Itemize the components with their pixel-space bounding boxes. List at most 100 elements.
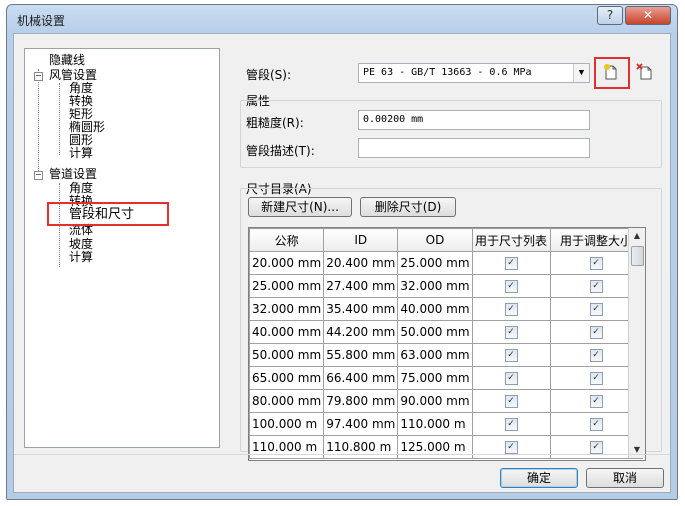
id-cell[interactable]: 55.800 mm xyxy=(323,343,399,367)
segment-description-input[interactable] xyxy=(358,138,590,158)
roughness-input[interactable]: 0.00200 mm xyxy=(358,110,590,130)
id-cell[interactable]: 66.400 mm xyxy=(323,366,399,390)
chevron-down-icon[interactable]: ▼ xyxy=(573,64,589,82)
table-row[interactable]: 50.000 mm 55.800 mm 63.000 mm ✓ ✓ xyxy=(249,343,643,367)
col-header-id[interactable]: ID xyxy=(323,228,399,252)
used-in-size-list-cell: ✓ xyxy=(471,435,551,459)
table-row[interactable]: 20.000 mm 20.400 mm 25.000 mm ✓ ✓ xyxy=(249,251,643,275)
used-in-size-list-checkbox[interactable]: ✓ xyxy=(504,280,518,293)
od-cell[interactable]: 125.000 m xyxy=(397,435,473,459)
delete-size-button[interactable]: 删除尺寸(D) xyxy=(360,197,456,217)
collapse-icon[interactable]: − xyxy=(34,72,43,81)
used-in-size-list-checkbox[interactable]: ✓ xyxy=(504,257,518,270)
used-in-size-list-checkbox[interactable]: ✓ xyxy=(504,349,518,362)
cancel-button[interactable]: 取消 xyxy=(586,468,664,488)
scroll-up-icon[interactable]: ▲ xyxy=(629,228,645,244)
id-cell[interactable]: 35.400 mm xyxy=(323,297,399,321)
size-table-grid: 公称 ID OD 用于尺寸列表 用于调整大小 20.000 mm 20.400 m… xyxy=(249,228,643,459)
od-cell[interactable]: 25.000 mm xyxy=(397,251,473,275)
od-cell[interactable]: 75.000 mm xyxy=(397,366,473,390)
nominal-cell[interactable]: 100.000 m xyxy=(249,412,325,436)
ok-button[interactable]: 确定 xyxy=(500,468,578,488)
used-in-sizing-checkbox[interactable]: ✓ xyxy=(589,372,603,385)
id-cell[interactable]: 79.800 mm xyxy=(323,389,399,413)
col-header-od[interactable]: OD xyxy=(397,228,473,252)
nominal-cell[interactable]: 25.000 mm xyxy=(249,274,325,298)
used-in-size-list-cell: ✓ xyxy=(471,251,551,275)
table-row[interactable]: 80.000 mm 79.800 mm 90.000 mm ✓ ✓ xyxy=(249,389,643,413)
tree-item-pipe-settings[interactable]: 管道设置 xyxy=(49,168,97,181)
table-row[interactable]: 40.000 mm 44.200 mm 50.000 mm ✓ ✓ xyxy=(249,320,643,344)
help-button[interactable]: ? xyxy=(597,6,623,25)
used-in-size-list-cell: ✓ xyxy=(471,343,551,367)
col-header-used-in-size-list[interactable]: 用于尺寸列表 xyxy=(471,228,551,252)
od-cell[interactable]: 63.000 mm xyxy=(397,343,473,367)
used-in-sizing-checkbox[interactable]: ✓ xyxy=(589,326,603,339)
title-bar[interactable]: 机械设置 ? ✕ xyxy=(7,5,677,33)
size-table[interactable]: 公称 ID OD 用于尺寸列表 用于调整大小 20.000 mm 20.400 m… xyxy=(248,227,646,461)
used-in-size-list-checkbox[interactable]: ✓ xyxy=(504,441,518,454)
segment-description-label: 管段描述(T): xyxy=(246,144,315,158)
nominal-cell[interactable]: 110.000 m xyxy=(249,435,325,459)
table-row[interactable]: 100.000 m 97.400 mm 110.000 m ✓ ✓ xyxy=(249,412,643,436)
used-in-size-list-cell: ✓ xyxy=(471,320,551,344)
id-cell[interactable]: 20.400 mm xyxy=(323,251,399,275)
table-row[interactable]: 65.000 mm 66.400 mm 75.000 mm ✓ ✓ xyxy=(249,366,643,390)
nominal-cell[interactable]: 20.000 mm xyxy=(249,251,325,275)
table-row[interactable]: 32.000 mm 35.400 mm 40.000 mm ✓ ✓ xyxy=(249,297,643,321)
id-cell[interactable]: 110.800 m xyxy=(323,435,399,459)
od-cell[interactable]: 40.000 mm xyxy=(397,297,473,321)
used-in-sizing-checkbox[interactable]: ✓ xyxy=(589,418,603,431)
used-in-sizing-checkbox[interactable]: ✓ xyxy=(589,441,603,454)
used-in-sizing-checkbox[interactable]: ✓ xyxy=(589,395,603,408)
id-cell[interactable]: 97.400 mm xyxy=(323,412,399,436)
used-in-size-list-cell: ✓ xyxy=(471,389,551,413)
used-in-sizing-checkbox[interactable]: ✓ xyxy=(589,349,603,362)
table-row[interactable]: 110.000 m 110.800 m 125.000 m ✓ ✓ xyxy=(249,435,643,459)
window-title: 机械设置 xyxy=(17,14,66,28)
used-in-size-list-checkbox[interactable]: ✓ xyxy=(504,303,518,316)
nominal-cell[interactable]: 32.000 mm xyxy=(249,297,325,321)
tree-item-pipe-calculation[interactable]: 计算 xyxy=(69,251,93,264)
tree-item-duct-calculation[interactable]: 计算 xyxy=(69,147,93,160)
used-in-size-list-checkbox[interactable]: ✓ xyxy=(504,326,518,339)
pipe-segment-value: PE 63 - GB/T 13663 - 0.6 MPa xyxy=(363,67,532,78)
used-in-size-list-checkbox[interactable]: ✓ xyxy=(504,372,518,385)
od-cell[interactable]: 50.000 mm xyxy=(397,320,473,344)
nominal-cell[interactable]: 40.000 mm xyxy=(249,320,325,344)
used-in-size-list-checkbox[interactable]: ✓ xyxy=(504,395,518,408)
id-cell[interactable]: 44.200 mm xyxy=(323,320,399,344)
used-in-sizing-checkbox[interactable]: ✓ xyxy=(589,280,603,293)
pipe-segment-label: 管段(S): xyxy=(246,68,292,82)
new-size-button[interactable]: 新建尺寸(N)... xyxy=(248,197,352,217)
table-row[interactable]: 25.000 mm 27.400 mm 32.000 mm ✓ ✓ xyxy=(249,274,643,298)
od-cell[interactable]: 110.000 m xyxy=(397,412,473,436)
table-scrollbar[interactable]: ▲ ▼ xyxy=(628,228,645,458)
od-cell[interactable]: 90.000 mm xyxy=(397,389,473,413)
used-in-size-list-checkbox[interactable]: ✓ xyxy=(504,418,518,431)
scroll-thumb[interactable] xyxy=(631,246,644,266)
tree-connector xyxy=(38,69,39,173)
nominal-cell[interactable]: 50.000 mm xyxy=(249,343,325,367)
highlight-frame-new-segment xyxy=(594,57,630,89)
delete-segment-icon[interactable] xyxy=(636,63,654,81)
id-cell[interactable]: 27.400 mm xyxy=(323,274,399,298)
table-header-row: 公称 ID OD 用于尺寸列表 用于调整大小 xyxy=(249,228,643,252)
used-in-sizing-checkbox[interactable]: ✓ xyxy=(589,303,603,316)
nominal-cell[interactable]: 80.000 mm xyxy=(249,389,325,413)
pipe-segment-select[interactable]: PE 63 - GB/T 13663 - 0.6 MPa ▼ xyxy=(358,63,590,83)
tree-item-hidden-lines[interactable]: 隐藏线 xyxy=(49,54,85,67)
nominal-cell[interactable]: 65.000 mm xyxy=(249,366,325,390)
close-button[interactable]: ✕ xyxy=(625,6,671,25)
od-cell[interactable]: 32.000 mm xyxy=(397,274,473,298)
used-in-size-list-cell: ✓ xyxy=(471,297,551,321)
footer-divider xyxy=(14,454,670,455)
col-header-nominal[interactable]: 公称 xyxy=(249,228,325,252)
tree-connector xyxy=(59,83,60,155)
roughness-label: 粗糙度(R): xyxy=(246,116,304,130)
used-in-size-list-cell: ✓ xyxy=(471,412,551,436)
scroll-down-icon[interactable]: ▼ xyxy=(629,442,645,458)
settings-tree[interactable]: 隐藏线 − 风管设置 角度 转换 矩形 椭圆形 圆形 计算 − 管道设置 角度 … xyxy=(24,48,220,448)
used-in-sizing-checkbox[interactable]: ✓ xyxy=(589,257,603,270)
collapse-icon[interactable]: − xyxy=(34,171,43,180)
